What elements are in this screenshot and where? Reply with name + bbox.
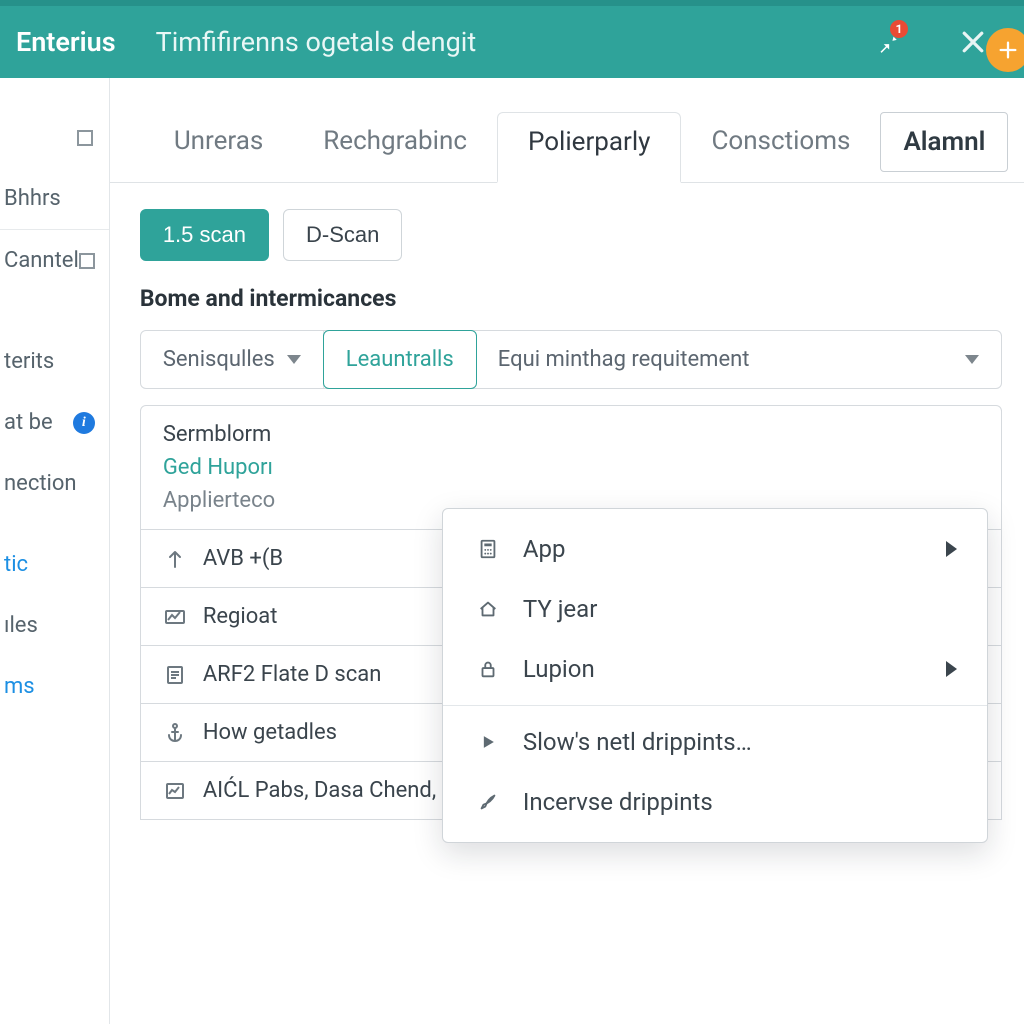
rocket-icon	[473, 791, 503, 813]
scan-buttons: 1.5 scan D-Scan	[140, 209, 1003, 261]
notification-pin[interactable]: 1	[874, 29, 900, 55]
sidebar-item-label: ıles	[4, 613, 38, 638]
chevron-down-icon	[965, 355, 979, 364]
tab-polierparly[interactable]: Polierparly	[497, 112, 681, 183]
main-content: Unreras Rechgrabinc Polierparly Consctio…	[110, 78, 1024, 1024]
tab-bar: Unreras Rechgrabinc Polierparly Consctio…	[110, 78, 1024, 183]
sidebar-item-ms[interactable]: ms	[0, 656, 109, 717]
filter-label: Leauntralls	[346, 347, 454, 372]
sidebar-item-terits[interactable]: terits	[0, 331, 109, 392]
page-title: Timfifirenns ogetals dengit	[156, 26, 834, 58]
filter-label: Senisqulles	[163, 347, 275, 372]
filter-bar: Senisqulles Leauntralls Equi minthag req…	[140, 330, 1003, 389]
close-icon[interactable]	[958, 27, 988, 57]
row-label: Regioat	[203, 604, 278, 629]
scan-d-button[interactable]: D-Scan	[283, 209, 402, 261]
sidebar-item-iles[interactable]: ıles	[0, 595, 109, 656]
menu-item-tyjear[interactable]: TY jear	[443, 579, 987, 639]
notification-badge: 1	[890, 20, 908, 38]
sidebar-item-tic[interactable]: tic	[0, 534, 109, 595]
sidebar-item-label: Canntel	[4, 248, 79, 273]
menu-separator	[443, 705, 987, 706]
menu-item-app[interactable]: App	[443, 519, 987, 579]
menu-item-incervse[interactable]: Incervse drippints	[443, 772, 987, 832]
menu-item-lupion[interactable]: Lupion	[443, 639, 987, 699]
app-header: Enterius Timfifirenns ogetals dengit 1	[0, 0, 1024, 78]
row-label: AVB +(B	[203, 546, 283, 571]
tab-rechgrabinc[interactable]: Rechgrabinc	[293, 112, 497, 182]
sidebar-toggle[interactable]	[0, 108, 109, 168]
filter-equi[interactable]: Equi minthag requitement	[476, 331, 1002, 388]
menu-label: TY jear	[523, 595, 598, 623]
calculator-icon	[473, 538, 503, 560]
info-icon: i	[73, 412, 95, 434]
brand-title: Enterius	[16, 26, 116, 58]
sidebar-item-label: Bhhrs	[4, 186, 61, 211]
filter-senisqulles[interactable]: Senisqulles	[141, 331, 324, 388]
lock-icon	[473, 658, 503, 680]
section-title: Bome and intermicances	[140, 285, 1003, 312]
filter-leauntralls[interactable]: Leauntralls	[323, 330, 477, 389]
square-icon	[77, 130, 93, 146]
dropdown-menu: App TY jear Lupion Slow's netl drippints…	[442, 508, 988, 843]
row-label: How getadles	[203, 720, 337, 745]
sidebar-item-nection[interactable]: nection	[0, 453, 109, 514]
row-label: ARF2 Flate D scan	[203, 662, 382, 687]
menu-item-slows[interactable]: Slow's netl drippints…	[443, 712, 987, 772]
tab-unreras[interactable]: Unreras	[144, 112, 293, 182]
menu-label: Slow's netl drippints…	[523, 728, 752, 756]
add-button[interactable]	[986, 28, 1024, 72]
house-icon	[473, 598, 503, 620]
tab-consctioms[interactable]: Consctioms	[681, 112, 880, 182]
sidebar-item-atbe[interactable]: at be i	[0, 392, 109, 453]
plus-icon	[997, 39, 1019, 61]
chevron-down-icon	[287, 355, 301, 364]
chevron-right-icon	[946, 541, 957, 557]
menu-label: Lupion	[523, 655, 595, 683]
square-icon	[79, 253, 95, 269]
graph-icon	[163, 779, 187, 803]
sidebar-item-label: terits	[4, 349, 54, 374]
chart-icon	[163, 605, 187, 629]
panel-title: Sermblorm	[163, 422, 271, 447]
sidebar: Bhhrs Canntel terits at bei nection tic …	[0, 78, 110, 1024]
menu-label: Incervse drippints	[523, 788, 713, 816]
document-icon	[163, 663, 187, 687]
sidebar-item-label: ms	[4, 674, 35, 699]
alarm-button[interactable]: Alamnl	[880, 112, 1008, 172]
play-icon	[473, 732, 503, 752]
sidebar-item-label: at be	[4, 410, 53, 435]
menu-label: App	[523, 535, 566, 563]
anchor-icon	[163, 721, 187, 745]
sidebar-item-bhhrs[interactable]: Bhhrs	[0, 168, 109, 229]
panel-link[interactable]: Ged Huporı	[163, 455, 273, 480]
chevron-right-icon	[946, 661, 957, 677]
scan-1-5-button[interactable]: 1.5 scan	[140, 209, 269, 261]
arrow-up-icon	[163, 547, 187, 571]
sidebar-item-canntel[interactable]: Canntel	[0, 230, 109, 291]
sidebar-item-label: nection	[4, 471, 77, 496]
sidebar-item-label: tic	[4, 552, 28, 577]
panel-subtext: Applierteco	[163, 488, 275, 513]
filter-label: Equi minthag requitement	[498, 347, 750, 372]
